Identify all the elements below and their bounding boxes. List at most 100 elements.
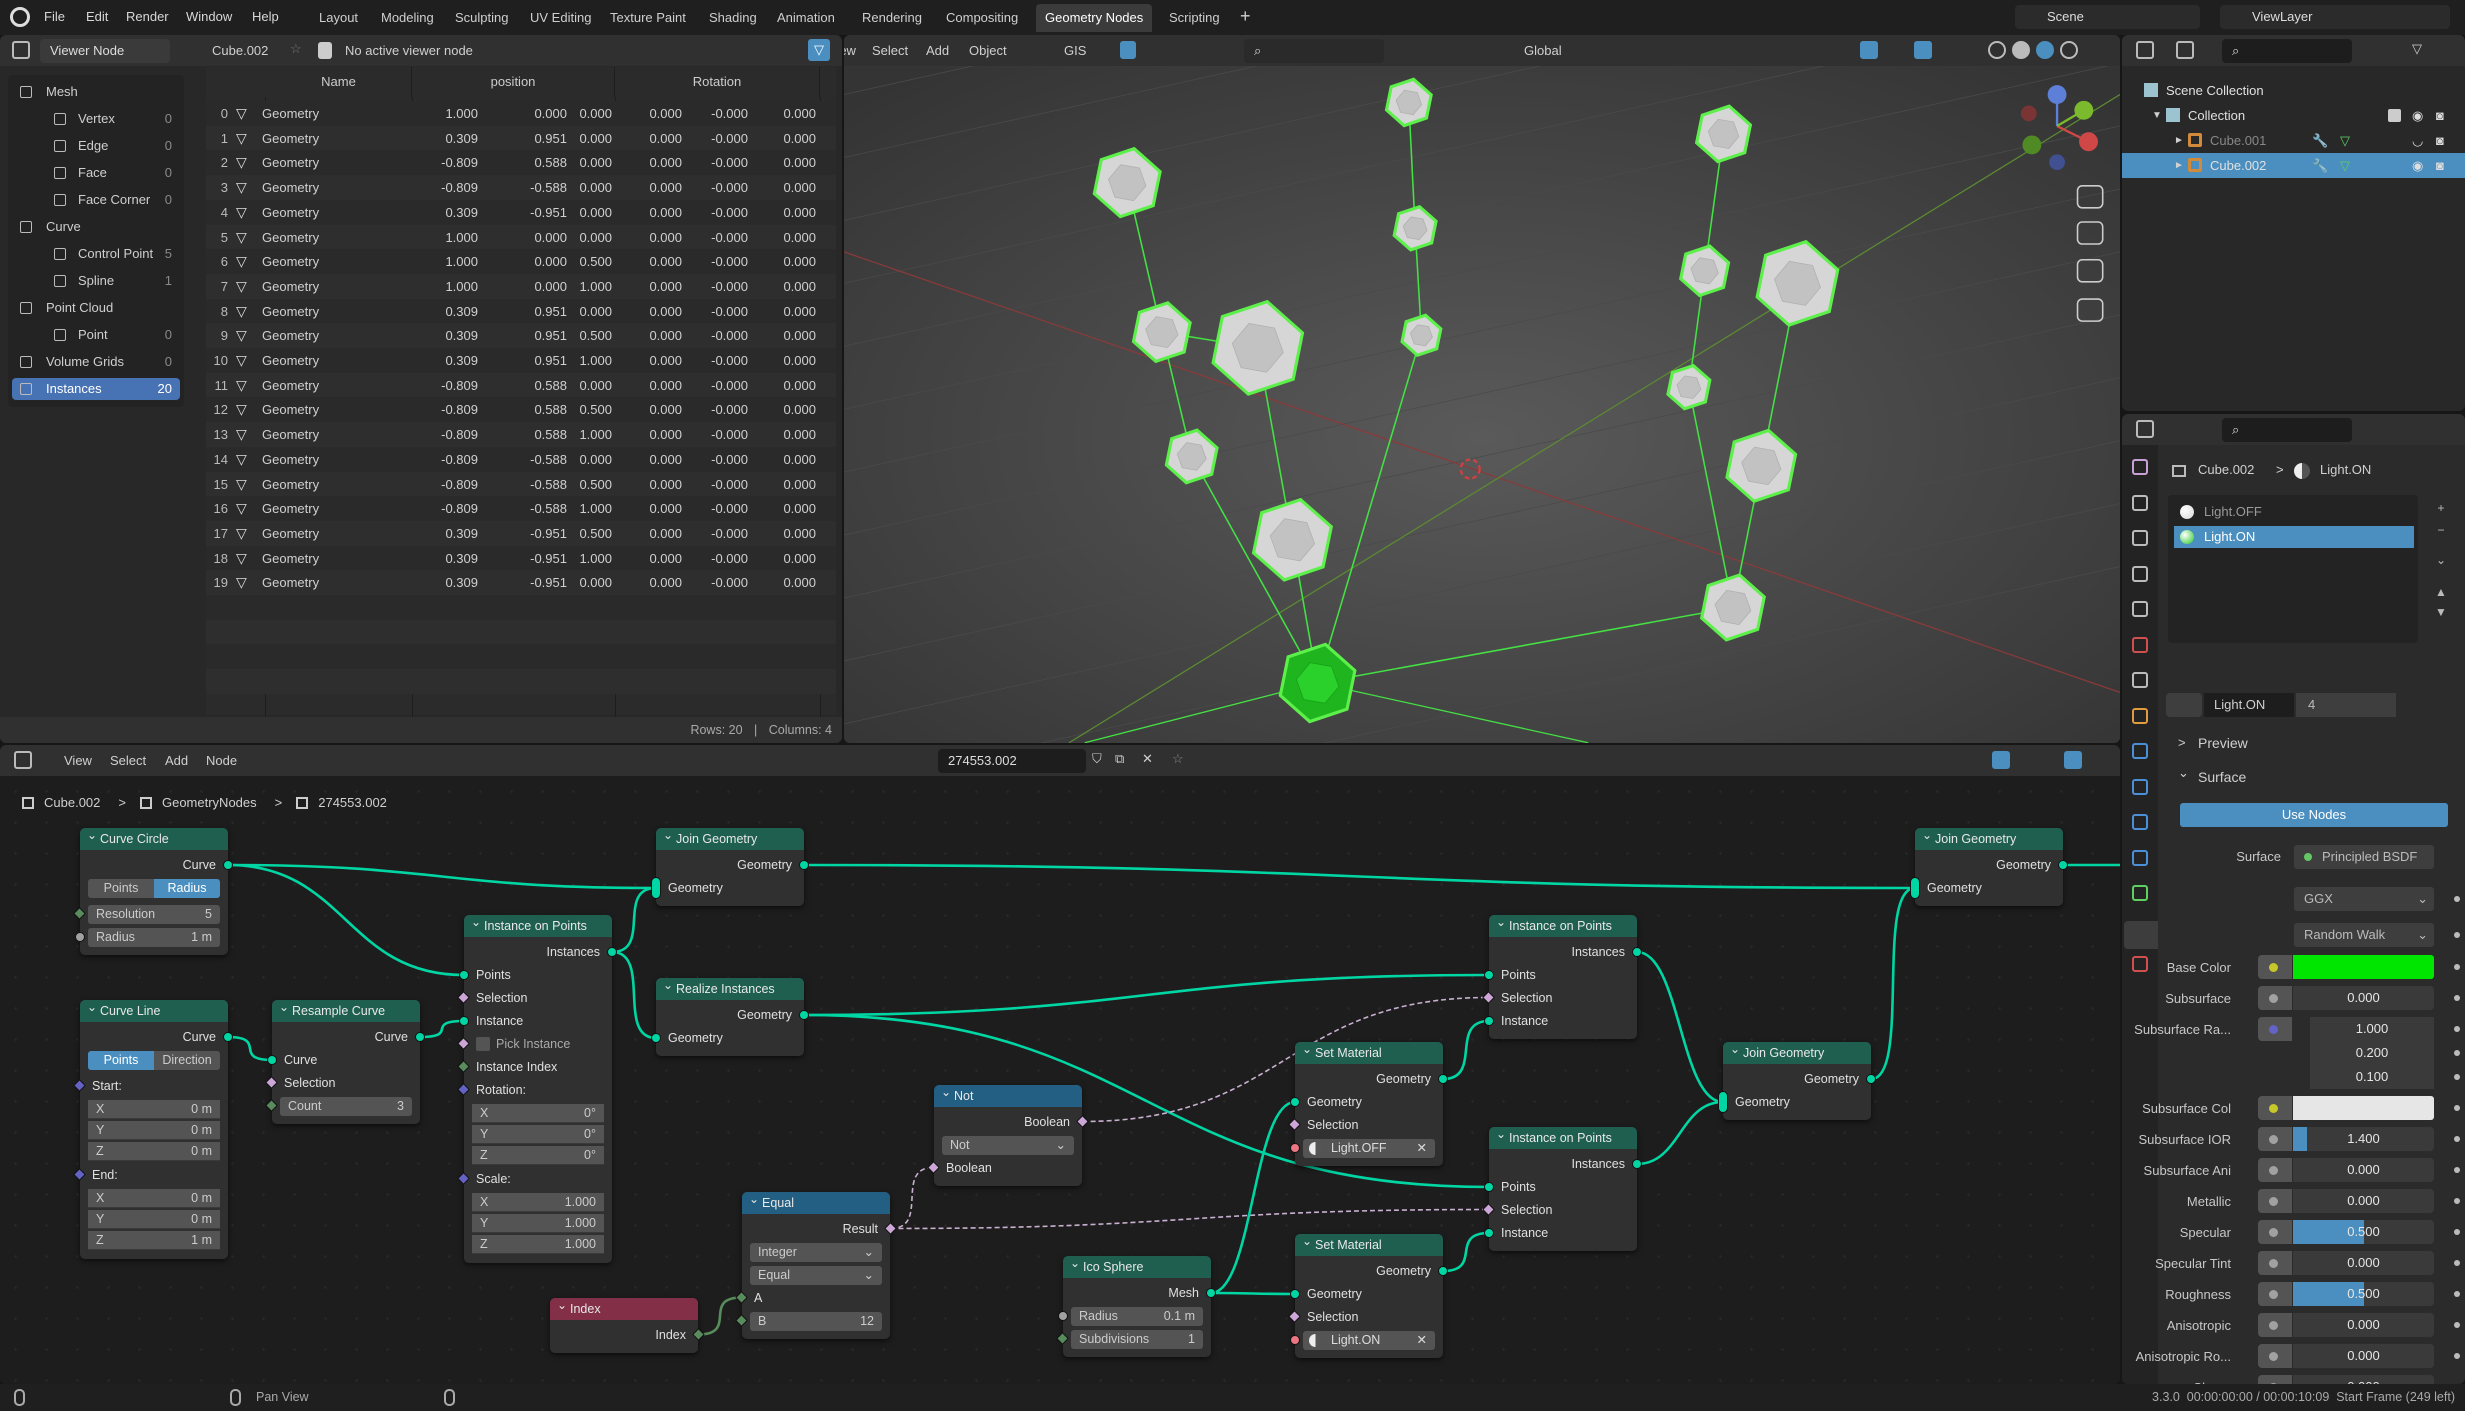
menu-render[interactable]: Render <box>126 9 169 24</box>
scene-selector[interactable]: Scene <box>2015 5 2200 29</box>
move-up-button[interactable]: ▲ <box>2428 585 2454 605</box>
geometry-link[interactable] <box>1870 886 1916 1081</box>
outliner-item-cube-001[interactable]: ► Cube.001 🔧 ▽ ◡ ◙ <box>2122 128 2465 153</box>
node-curve-line[interactable]: Curve Line Curve PointsDirection Start: X 0 m… <box>73 996 233 1259</box>
mat-socket[interactable] <box>1290 1335 1300 1345</box>
node-curve-circle[interactable]: Curve CircleCurvePointsRadiusResolution5… <box>73 824 233 955</box>
node-header[interactable]: Not <box>934 1081 1082 1107</box>
geometry-socket[interactable] <box>651 877 661 899</box>
subsurface-method-dropdown[interactable]: Random Walk ⌄ <box>2294 923 2434 947</box>
mode-toggle-direction[interactable]: Direction <box>154 1051 220 1070</box>
workspace-tab-uv-editing[interactable]: UV Editing <box>521 4 600 32</box>
workspace-tab-animation[interactable]: Animation <box>768 4 844 32</box>
breadcrumb-item[interactable]: GeometryNodes <box>139 795 257 810</box>
viewport-menu-view[interactable]: View <box>844 43 856 58</box>
geometry-socket[interactable] <box>2058 860 2068 870</box>
overlay-icon[interactable] <box>2064 751 2082 769</box>
node-set-material[interactable]: Set Material Geometry Geometry Selection Lig… <box>1288 1038 1448 1166</box>
render-camera-icon[interactable]: ◙ <box>2436 153 2444 178</box>
viewport-menu-select[interactable]: Select <box>872 43 908 58</box>
geometry-socket[interactable] <box>799 860 809 870</box>
rendered-shading-icon[interactable] <box>2060 41 2078 59</box>
viewport-search[interactable]: ⌕ <box>1244 39 1384 63</box>
geometry-socket[interactable] <box>607 947 617 957</box>
material-browse-button[interactable] <box>2166 693 2202 717</box>
node-dropdown[interactable]: Integer ⌄ <box>750 1243 882 1262</box>
domain-curve[interactable]: Curve <box>12 216 180 238</box>
gizmo-neg-z-axis[interactable] <box>2049 154 2065 171</box>
property-value-field[interactable]: 0.000 <box>2293 1158 2434 1182</box>
geometry-link[interactable] <box>1636 1100 1724 1166</box>
editor-type-icon[interactable] <box>12 41 30 59</box>
property-value-field[interactable]: 0.500 <box>2293 1220 2434 1244</box>
geometry-socket[interactable] <box>651 1033 661 1043</box>
geometry-link[interactable] <box>227 863 465 977</box>
node-header[interactable]: Resample Curve <box>272 996 420 1022</box>
material-field[interactable]: Light.OFF ✕ <box>1303 1139 1435 1158</box>
menu-window[interactable]: Window <box>186 9 232 24</box>
node-resample-curve[interactable]: Resample Curve Curve Curve Selection Count 3 <box>265 996 425 1124</box>
geometry-socket[interactable] <box>1484 970 1494 980</box>
keyframe-dot[interactable] <box>2454 995 2460 1001</box>
node-menu-view[interactable]: View <box>64 753 92 768</box>
geometry-socket[interactable] <box>459 970 469 980</box>
domain-face[interactable]: Face 0 <box>12 162 180 184</box>
boolean-field-link[interactable] <box>890 1166 934 1230</box>
property-socket[interactable] <box>2258 1344 2292 1368</box>
domain-control-point[interactable]: Control Point 5 <box>12 243 180 265</box>
material-name-field[interactable]: Light.ON <box>2204 693 2294 717</box>
vector-x-field[interactable]: X 1.000 <box>472 1193 604 1212</box>
view-layer-selector[interactable]: ViewLayer <box>2220 5 2450 29</box>
property-socket[interactable] <box>2258 1158 2292 1182</box>
collapse-arrow-icon[interactable]: ▼ <box>2152 103 2162 128</box>
domain-spline[interactable]: Spline 1 <box>12 270 180 292</box>
modifier-tab-icon[interactable] <box>2132 743 2148 759</box>
geometry-link[interactable] <box>1210 1291 1296 1296</box>
viewport-menu-object[interactable]: Object <box>969 43 1007 58</box>
render-camera-icon[interactable]: ◙ <box>2436 103 2444 128</box>
node-field-radius[interactable]: Radius 0.1 m <box>1071 1307 1203 1326</box>
distribution-dropdown[interactable]: GGX ⌄ <box>2294 887 2434 911</box>
geometry-socket[interactable] <box>1206 1288 1216 1298</box>
keyframe-dot[interactable] <box>2454 1074 2460 1080</box>
mesh-data-icon[interactable]: ▽ <box>2340 128 2350 153</box>
mode-toggle-points[interactable]: Points <box>88 879 154 898</box>
geometry-link[interactable] <box>611 950 657 1040</box>
node-dropdown[interactable]: Equal ⌄ <box>750 1266 882 1285</box>
clear-material-icon[interactable]: ✕ <box>1417 1331 1427 1350</box>
node-header[interactable]: Curve Circle <box>80 824 228 850</box>
breadcrumb-item[interactable]: 274553.002 <box>296 795 387 810</box>
geometry-socket[interactable] <box>415 1032 425 1042</box>
workspace-tab-layout[interactable]: Layout <box>310 4 367 32</box>
geometry-link[interactable] <box>1442 1231 1490 1273</box>
node-menu-node[interactable]: Node <box>206 753 237 768</box>
property-socket[interactable] <box>2258 986 2292 1010</box>
property-value-field[interactable]: 0.000 <box>2293 1344 2434 1368</box>
node-header[interactable]: Equal <box>742 1188 890 1214</box>
keyframe-dot[interactable] <box>2454 1353 2460 1359</box>
modifier-wrench-icon[interactable]: 🔧 <box>2312 128 2328 153</box>
node-header[interactable]: Set Material <box>1295 1038 1443 1064</box>
visibility-eye-icon[interactable]: ◡ <box>2412 128 2423 153</box>
node-instance-on-points[interactable]: Instance on Points Instances Points Selecti… <box>1482 911 1642 1039</box>
keyframe-dot[interactable] <box>2454 932 2460 938</box>
geometry-socket[interactable] <box>1718 1091 1728 1113</box>
geometry-link[interactable] <box>1210 1100 1296 1295</box>
physics-tab-icon[interactable] <box>2132 814 2148 830</box>
node-instance-on-points[interactable]: Instance on Points Instances Points Selecti… <box>1482 1123 1642 1251</box>
vector-z-field[interactable]: Z 0 m <box>88 1142 220 1161</box>
color-swatch[interactable] <box>2293 955 2434 979</box>
geometry-socket[interactable] <box>1290 1289 1300 1299</box>
pin-icon[interactable]: ☆ <box>290 41 302 57</box>
outliner-item-collection[interactable]: ▼ Collection ◉ ◙ <box>2122 103 2465 128</box>
node-field-resolution[interactable]: Resolution 5 <box>88 905 220 924</box>
node-field-count[interactable]: Count 3 <box>280 1097 412 1116</box>
expand-arrow-icon[interactable]: ► <box>2174 153 2184 178</box>
gis-menu[interactable]: GIS <box>1064 43 1086 58</box>
node-ico-sphere[interactable]: Ico Sphere Mesh Radius 0.1 m Subdivisions 1 <box>1056 1252 1216 1357</box>
material-tab-icon[interactable] <box>2124 920 2158 949</box>
node-realize-instances[interactable]: Realize Instances Geometry Geometry <box>651 974 809 1056</box>
world-tab-icon[interactable] <box>2132 636 2148 653</box>
node-header[interactable]: Index <box>550 1294 698 1320</box>
snap-icon[interactable] <box>1992 751 2010 769</box>
